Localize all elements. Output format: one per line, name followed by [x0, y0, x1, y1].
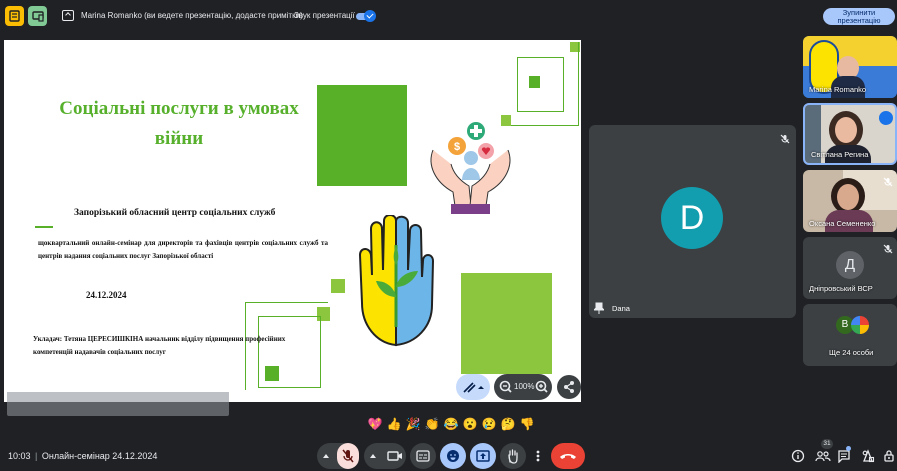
camera-icon [387, 451, 402, 461]
author-text: Укладач: Тетяна ЦЕРЕСИШКІНА начальник ві… [33, 335, 286, 356]
reaction-thinking[interactable]: 🤔 [500, 416, 516, 432]
raise-hand-button[interactable] [500, 443, 526, 469]
top-bar: Marina Romanko (ви ведете презентацію, д… [0, 0, 897, 32]
reaction-sad[interactable]: 😢 [481, 416, 497, 432]
participant-tile[interactable]: Д Дніпровський ВСР [803, 237, 897, 299]
small-square-decor [331, 279, 345, 293]
organization-name: Запорізький обласний центр соціальних сл… [74, 208, 276, 218]
participant-tile-main[interactable]: D Dana [589, 125, 796, 318]
presenting-status-text: Marina Romanko (ви ведете презентацію, д… [81, 11, 303, 20]
presentation-sound-label: Звук презентації [294, 11, 355, 20]
zoom-in-icon [535, 380, 548, 393]
hand-logo-icon [358, 215, 435, 347]
slide-toolbar: 100% [456, 374, 581, 400]
hang-up-icon [560, 454, 576, 459]
present-now-button[interactable] [470, 443, 496, 469]
camera-options-chevron-icon[interactable] [364, 443, 382, 469]
captions-button[interactable] [410, 443, 436, 469]
more-participants-tile[interactable]: В Ще 24 особи [803, 304, 897, 366]
captions-icon [416, 450, 430, 462]
activities-icon[interactable] [861, 449, 875, 463]
corner-line-decor [501, 42, 579, 126]
reaction-laugh[interactable]: 😂 [443, 416, 459, 432]
caring-hands-icon: $ [430, 122, 511, 214]
participant-tile[interactable]: Marina Romanko [803, 36, 897, 98]
mic-off-icon [342, 449, 354, 463]
people-icon [815, 451, 831, 462]
mic-options-chevron-icon[interactable] [317, 443, 335, 469]
participant-name: Дніпровський ВСР [809, 284, 873, 293]
seminar-description: щоквартальний онлайн-семінар для директо… [38, 239, 328, 260]
clock-time: 10:03 [8, 451, 31, 461]
annotate-button[interactable] [456, 374, 490, 400]
presenting-icon [62, 10, 74, 21]
people-button[interactable]: 31 [813, 439, 833, 465]
activities-icon[interactable] [5, 6, 24, 26]
present-screen-icon [476, 450, 490, 462]
avatar [851, 316, 869, 334]
pin-icon[interactable] [594, 302, 604, 314]
avatar: Д [836, 251, 864, 279]
slide-title: Соціальні послуги в умовах війни [59, 98, 299, 149]
more-participants-label: Ще 24 особи [829, 348, 874, 357]
zoom-level: 100% [514, 382, 535, 391]
svg-text:$: $ [454, 141, 460, 153]
presentation-sound-toggle[interactable] [356, 10, 376, 22]
seminar-date: 24.12.2024 [86, 290, 127, 300]
microphone-button[interactable] [337, 443, 359, 469]
camera-button[interactable] [384, 443, 406, 469]
mic-off-icon [883, 244, 893, 254]
microphone-control [317, 443, 359, 469]
reaction-party[interactable]: 🎉 [405, 416, 421, 432]
caption-bar-highlight [7, 392, 229, 402]
reaction-thumbs-up[interactable]: 👍 [386, 416, 402, 432]
meeting-title: Онлайн-семінар 24.12.2024 [41, 451, 158, 461]
info-icon[interactable] [791, 449, 805, 463]
emoji-icon [447, 450, 459, 462]
zoom-out-icon [499, 380, 512, 393]
stop-presenting-label: Зупинити презентацію [837, 8, 881, 25]
green-square-decor [317, 85, 407, 186]
chat-notification-dot [846, 446, 851, 451]
zoom-out-button[interactable] [497, 378, 515, 396]
hand-icon [508, 449, 518, 464]
divider-decor [35, 226, 53, 228]
green-square-decor [461, 273, 552, 374]
pen-icon [463, 382, 484, 393]
participant-tile[interactable]: Оксана Семененко [803, 170, 897, 232]
share-slide-button[interactable] [557, 375, 581, 399]
reaction-surprised[interactable]: 😮 [462, 416, 478, 432]
leave-call-button[interactable] [551, 443, 585, 469]
emoji-button[interactable] [440, 443, 466, 469]
device-icon[interactable] [28, 6, 47, 26]
separator: | [35, 451, 38, 461]
more-vert-icon [536, 450, 540, 462]
participant-name: Marina Romanko [809, 85, 867, 94]
avatar: D [661, 187, 723, 249]
reactions-bar: 💖 👍 🎉 👏 😂 😮 😢 🤔 👎 [363, 414, 535, 434]
host-controls-icon[interactable] [882, 449, 896, 463]
reaction-clap[interactable]: 👏 [424, 416, 440, 432]
participant-name: Світлана Регина [811, 150, 869, 159]
zoom-in-button[interactable] [533, 378, 551, 396]
camera-control [364, 443, 406, 469]
small-square-decor [265, 366, 279, 381]
zoom-control: 100% [494, 374, 552, 400]
share-icon [564, 381, 574, 393]
speaking-indicator-icon [879, 111, 893, 125]
reaction-thumbs-down[interactable]: 👎 [519, 416, 535, 432]
participant-name: Dana [612, 304, 630, 313]
participant-name: Оксана Семененко [809, 219, 876, 228]
mic-off-icon [883, 177, 893, 187]
more-options-button[interactable] [530, 443, 546, 469]
presentation-slide: Соціальні послуги в умовах війни $ Запор… [4, 40, 581, 402]
chat-icon[interactable] [837, 449, 851, 463]
people-count-badge: 31 [821, 439, 833, 449]
mic-off-icon [780, 134, 790, 144]
participant-tile[interactable]: Світлана Регина [803, 103, 897, 165]
meeting-time-title: 10:03 | Онлайн-семінар 24.12.2024 [8, 451, 157, 461]
reaction-heart[interactable]: 💖 [367, 416, 383, 432]
stop-presenting-button[interactable]: Зупинити презентацію [823, 8, 895, 25]
